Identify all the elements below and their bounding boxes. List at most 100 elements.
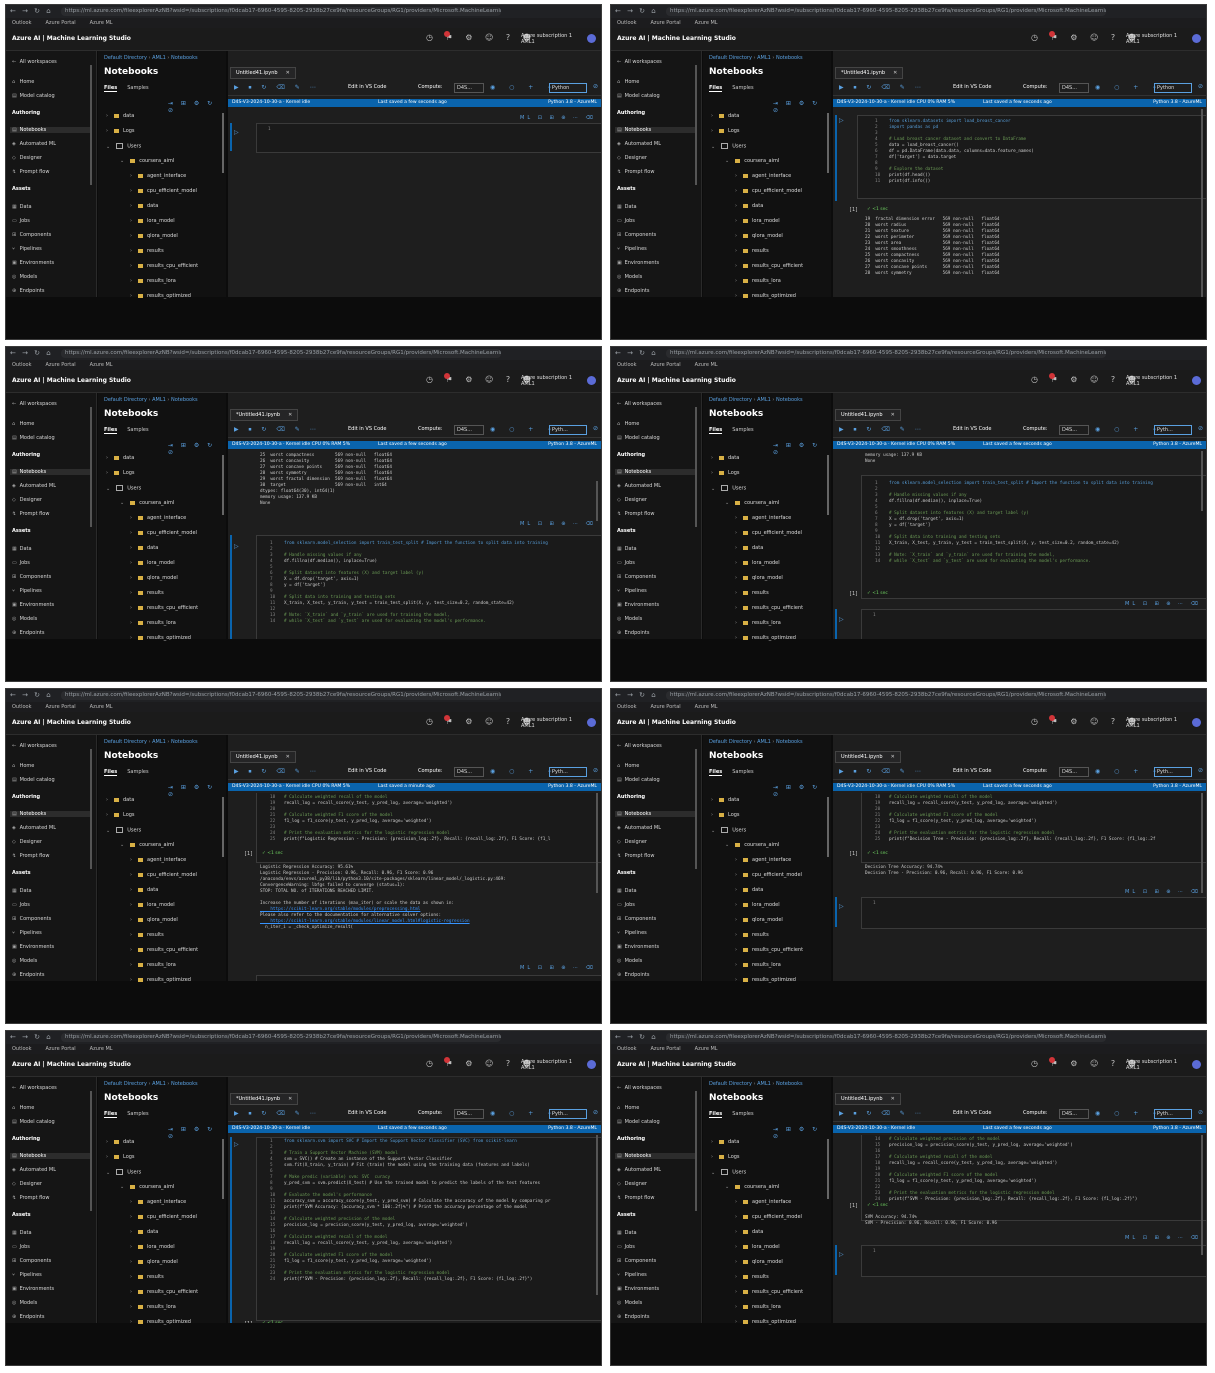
browser-nav-icons[interactable]: ← → ↻ ⌂ — [10, 349, 53, 357]
chevron-right-icon[interactable]: › — [735, 590, 737, 596]
breadcrumb-item[interactable]: Notebooks — [776, 739, 803, 745]
chevron-right-icon[interactable]: › — [735, 1214, 737, 1220]
chevron-down-icon[interactable]: ⌄ — [120, 500, 124, 506]
kernel-select[interactable]: Pyth... — [549, 767, 587, 777]
nav-item-all-workspaces[interactable]: ← All workspaces — [617, 1085, 662, 1091]
chevron-right-icon[interactable]: › — [711, 113, 713, 119]
tree-item[interactable]: › data — [735, 1229, 763, 1235]
chevron-right-icon[interactable]: › — [106, 470, 108, 476]
chevron-right-icon[interactable]: › — [711, 812, 713, 818]
address-bar[interactable]: https://ml.azure.com/fileexplorerAzNB?ws… — [61, 691, 501, 700]
nav-item-jobs[interactable]: ▭ Jobs — [12, 218, 30, 224]
bookmark-link[interactable]: Azure Portal — [45, 20, 75, 26]
tree-item[interactable]: › qlora_model — [130, 575, 178, 581]
tree-item[interactable]: › cpu_efficient_model — [130, 872, 197, 878]
notebook-file-tab[interactable]: Untitled41.ipynb ✕ — [835, 409, 901, 421]
nav-item-components[interactable]: ⊞ Components — [617, 1258, 656, 1264]
chevron-right-icon[interactable]: › — [735, 515, 737, 521]
nav-item-jobs[interactable]: ▭ Jobs — [617, 560, 635, 566]
chevron-right-icon[interactable]: › — [106, 1154, 108, 1160]
chevron-right-icon[interactable]: › — [130, 932, 132, 938]
tree-item[interactable]: › agent_interface — [130, 515, 186, 521]
nav-item-components[interactable]: ⊞ Components — [617, 574, 656, 580]
kernel-icon[interactable]: ⊘ — [593, 83, 598, 90]
tree-item[interactable]: › results_lora — [735, 962, 781, 968]
notebook-file-tab[interactable]: *Untitled41.ipynb ✕ — [835, 67, 904, 79]
nav-item-pipelines[interactable]: ⑂ Pipelines — [617, 246, 647, 252]
notebook-file-tab[interactable]: Untitled41.ipynb ✕ — [835, 751, 901, 763]
compute-select[interactable]: D4S... — [454, 425, 484, 435]
tree-item[interactable]: › data — [106, 113, 134, 119]
close-icon[interactable]: ✕ — [891, 1096, 895, 1102]
nav-item-home[interactable]: ⌂ Home — [12, 79, 34, 85]
chevron-down-icon[interactable]: ⌄ — [106, 828, 110, 834]
bookmark-link[interactable]: Azure Portal — [650, 704, 680, 710]
tree-item[interactable]: › results_cpu_efficient — [735, 947, 803, 953]
header-action-icons[interactable]: ◷ ⚑ ⚙ ☺ ? ☻ — [426, 717, 536, 726]
bookmark-link[interactable]: Outlook — [617, 20, 636, 26]
tree-item[interactable]: › data — [130, 1229, 158, 1235]
bookmark-link[interactable]: Outlook — [12, 1046, 31, 1052]
tab-files[interactable]: Files — [104, 85, 118, 92]
tree-item[interactable]: › results_cpu_efficient — [130, 947, 198, 953]
chevron-right-icon[interactable]: › — [130, 1259, 132, 1265]
breadcrumb-item[interactable]: AML1 — [757, 55, 771, 61]
user-avatar[interactable] — [587, 1060, 596, 1069]
chevron-right-icon[interactable]: › — [130, 173, 132, 179]
tree-item[interactable]: › results_optimized — [735, 977, 796, 983]
bookmark-link[interactable]: Outlook — [12, 20, 31, 26]
notebook-file-tab[interactable]: Untitled41.ipynb ✕ — [230, 67, 296, 79]
tree-item[interactable]: › qlora_model — [735, 917, 783, 923]
editor-scrollbar[interactable] — [1201, 109, 1203, 297]
compute-select[interactable]: D4S... — [454, 83, 484, 93]
code-cell[interactable] — [861, 897, 1206, 929]
subscription-picker[interactable]: Azure subscription 1 AML1 — [521, 33, 572, 45]
chevron-right-icon[interactable]: › — [735, 188, 737, 194]
chevron-right-icon[interactable]: › — [735, 1304, 737, 1310]
nav-item-prompt-flow[interactable]: ↯ Prompt flow — [12, 169, 49, 175]
chevron-right-icon[interactable]: › — [130, 1304, 132, 1310]
nav-item-designer[interactable]: ◇ Designer — [617, 155, 647, 161]
edit-in-vscode-button[interactable]: Edit in VS Code — [348, 768, 386, 774]
tree-item[interactable]: › results_lora — [130, 620, 176, 626]
chevron-right-icon[interactable]: › — [711, 1154, 713, 1160]
nav-scrollbar[interactable] — [695, 407, 697, 527]
nav-item-prompt-flow[interactable]: ↯ Prompt flow — [617, 511, 654, 517]
bookmark-link[interactable]: Azure ML — [695, 1046, 718, 1052]
editor-scrollbar[interactable] — [1201, 451, 1203, 511]
chevron-right-icon[interactable]: › — [130, 605, 132, 611]
nav-item-automated-ml[interactable]: ◈ Automated ML — [617, 141, 661, 147]
nav-item-components[interactable]: ⊞ Components — [12, 916, 51, 922]
kernel-icon[interactable]: ⊘ — [593, 425, 598, 432]
bookmark-link[interactable]: Azure Portal — [45, 704, 75, 710]
bookmark-link[interactable]: Outlook — [617, 704, 636, 710]
subscription-picker[interactable]: Azure subscription 1 AML1 — [1126, 717, 1177, 729]
nav-item-data[interactable]: ▦ Data — [617, 1230, 637, 1236]
nav-item-data[interactable]: ▦ Data — [12, 204, 32, 210]
tab-samples[interactable]: Samples — [732, 769, 753, 775]
chevron-right-icon[interactable]: › — [711, 455, 713, 461]
compute-select[interactable]: D4S... — [1059, 83, 1089, 93]
tree-item[interactable]: › results_optimized — [130, 977, 191, 983]
tree-item[interactable]: › results_cpu_efficient — [130, 1289, 198, 1295]
tab-samples[interactable]: Samples — [732, 427, 753, 433]
close-icon[interactable]: ✕ — [286, 70, 290, 76]
tree-item[interactable]: › results_lora — [130, 278, 176, 284]
close-icon[interactable]: ✕ — [891, 412, 895, 418]
chevron-right-icon[interactable]: › — [735, 545, 737, 551]
nav-item-all-workspaces[interactable]: ← All workspaces — [12, 743, 57, 749]
nav-item-models[interactable]: ◎ Models — [12, 616, 37, 622]
chevron-right-icon[interactable]: › — [735, 857, 737, 863]
chevron-right-icon[interactable]: › — [711, 797, 713, 803]
nav-item-model-catalog[interactable]: ▤ Model catalog — [617, 777, 660, 783]
breadcrumb-item[interactable]: AML1 — [152, 739, 166, 745]
tree-item[interactable]: › lora_model — [130, 902, 175, 908]
chevron-right-icon[interactable]: › — [735, 1259, 737, 1265]
tree-item[interactable]: › results_cpu_efficient — [130, 605, 198, 611]
tree-item[interactable]: ⌄ Users — [106, 485, 141, 492]
nav-item-pipelines[interactable]: ⑂ Pipelines — [12, 930, 42, 936]
user-avatar[interactable] — [587, 34, 596, 43]
tree-item[interactable]: › results — [735, 932, 769, 938]
chevron-down-icon[interactable]: ⌄ — [711, 144, 715, 150]
chevron-right-icon[interactable]: › — [106, 812, 108, 818]
